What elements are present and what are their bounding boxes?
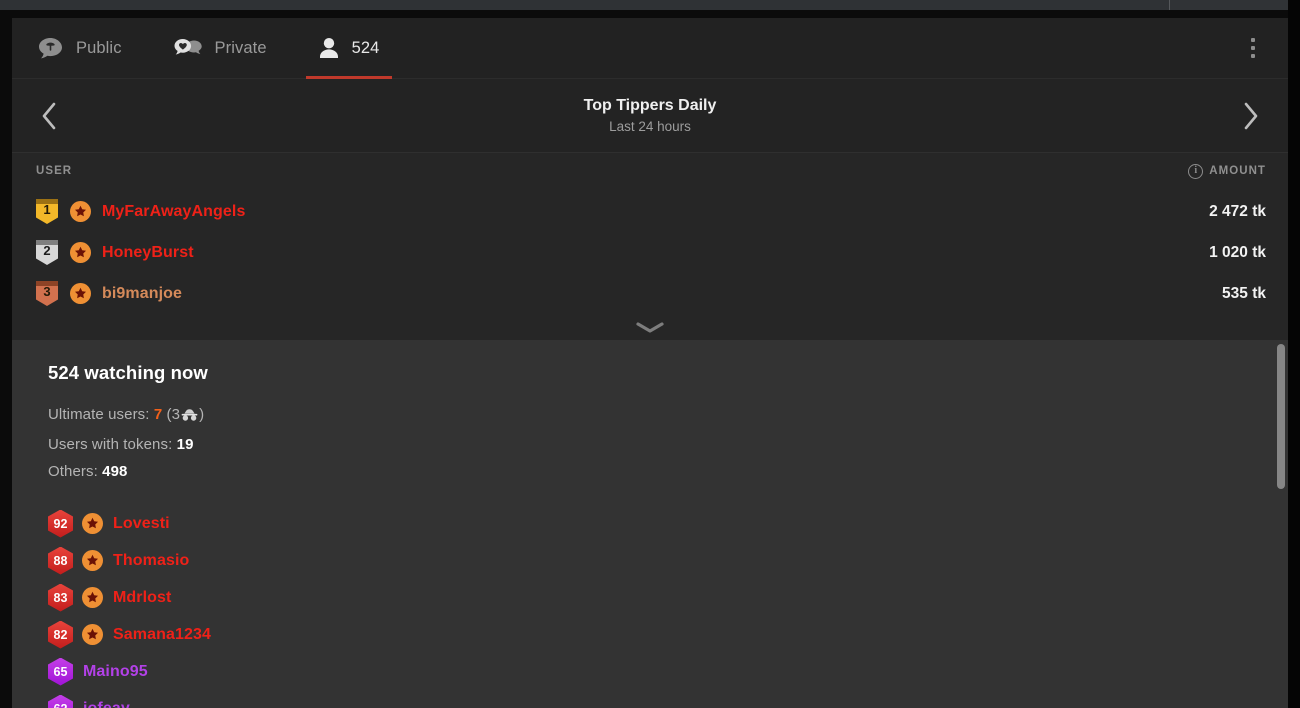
level-badge: 82 (48, 620, 73, 649)
list-item[interactable]: 82 Samana1234 (48, 616, 1264, 653)
menu-dot (1251, 46, 1255, 50)
star-badge-icon (82, 513, 103, 534)
viewer-username[interactable]: Samana1234 (113, 626, 211, 644)
tab-private-label: Private (214, 38, 267, 57)
stat-label: Ultimate users: (48, 406, 150, 423)
viewer-username[interactable]: Lovesti (113, 515, 170, 533)
tipper-amount: 535 tk (1222, 284, 1266, 302)
viewers-scrollbar-thumb[interactable] (1277, 344, 1285, 489)
star-badge-icon (70, 242, 91, 263)
stat-value: 19 (176, 436, 194, 453)
rank-medal-icon: 1 (36, 199, 58, 224)
tab-users[interactable]: 524 (293, 18, 406, 79)
rank-medal-icon: 2 (36, 240, 58, 265)
stat-extra-suffix: ) (199, 406, 205, 423)
tipper-amount: 1 020 tk (1209, 243, 1266, 261)
stat-users-with-tokens: Users with tokens: 19 (48, 431, 1264, 458)
top-strip-divider (1169, 0, 1170, 10)
tipper-amount: 2 472 tk (1209, 202, 1266, 220)
page-right-gutter (1288, 0, 1300, 708)
more-vertical-icon[interactable] (1240, 33, 1266, 63)
table-row[interactable]: 3 bi9manjoe 535 tk (12, 273, 1288, 314)
menu-dot (1251, 54, 1255, 58)
heart-bubble-icon (174, 37, 202, 60)
star-badge-icon (82, 587, 103, 608)
list-item[interactable]: 88 Thomasio (48, 542, 1264, 579)
watching-now-heading: 524 watching now (48, 362, 208, 383)
tipper-username[interactable]: bi9manjoe (102, 285, 182, 303)
person-icon (319, 37, 339, 59)
column-header-user: USER (36, 165, 73, 177)
chat-tabbar: Public Private 524 (12, 18, 1288, 79)
tab-users-count: 524 (351, 38, 380, 57)
leaderboard-subtitle: Last 24 hours (609, 118, 691, 134)
spy-icon (181, 404, 198, 431)
stat-ultimate-users: Ultimate users: 7 (3) (48, 401, 1264, 431)
stat-value: 7 (153, 406, 163, 423)
column-header-amount-group: i AMOUNT (1188, 163, 1266, 179)
viewer-username[interactable]: Mdrlost (113, 589, 171, 607)
column-header-amount: AMOUNT (1209, 165, 1266, 177)
viewers-scrollbar-track[interactable] (1274, 340, 1288, 708)
level-badge: 92 (48, 509, 73, 538)
viewer-list: 92 Lovesti 88 Thomasio 83 Mdrlost 82 Sam… (48, 505, 1264, 708)
tab-public[interactable]: Public (12, 18, 148, 79)
chat-panel-page: Public Private 524 Top Tippers Daily Las… (0, 0, 1300, 708)
stat-label: Users with tokens: (48, 436, 173, 453)
leaderboard-column-headers: USER i AMOUNT (12, 153, 1288, 189)
viewers-panel: 524 watching now Ultimate users: 7 (3) U… (12, 340, 1288, 708)
tipper-username[interactable]: HoneyBurst (102, 244, 194, 262)
table-row[interactable]: 2 HoneyBurst 1 020 tk (12, 232, 1288, 273)
menu-dot (1251, 38, 1255, 42)
speech-bubble-icon (38, 37, 63, 60)
rank-medal-icon: 3 (36, 281, 58, 306)
level-badge: 88 (48, 546, 73, 575)
star-badge-icon (70, 283, 91, 304)
list-item[interactable]: 92 Lovesti (48, 505, 1264, 542)
window-top-strip (0, 0, 1300, 10)
level-badge: 65 (48, 657, 73, 686)
top-tippers-list: 1 MyFarAwayAngels 2 472 tk 2 HoneyBurst … (12, 189, 1288, 314)
tab-public-label: Public (76, 38, 122, 57)
stat-label: Others: (48, 463, 98, 480)
list-item[interactable]: 83 Mdrlost (48, 579, 1264, 616)
collapse-leaderboard-button[interactable] (12, 314, 1288, 340)
page-title: Top Tippers Daily (583, 97, 717, 115)
stat-value: 498 (102, 463, 128, 480)
info-icon[interactable]: i (1188, 163, 1204, 179)
star-badge-icon (82, 624, 103, 645)
tipper-username[interactable]: MyFarAwayAngels (102, 203, 245, 221)
table-row[interactable]: 1 MyFarAwayAngels 2 472 tk (12, 191, 1288, 232)
list-item[interactable]: 65 Maino95 (48, 653, 1264, 690)
viewer-username[interactable]: jofeay (83, 700, 130, 708)
chevron-left-icon[interactable] (26, 93, 72, 139)
viewer-username[interactable]: Maino95 (83, 663, 148, 681)
star-badge-icon (70, 201, 91, 222)
stat-others: Others: 498 (48, 458, 1264, 485)
viewer-username[interactable]: Thomasio (113, 552, 189, 570)
leaderboard-header: Top Tippers Daily Last 24 hours (12, 79, 1288, 153)
level-badge: 62 (48, 694, 73, 708)
leaderboard-title-block: Top Tippers Daily Last 24 hours (584, 97, 717, 133)
level-badge: 83 (48, 583, 73, 612)
viewer-stats: Ultimate users: 7 (3) Users with tokens:… (48, 401, 1264, 485)
chat-panel: Public Private 524 Top Tippers Daily Las… (12, 18, 1288, 708)
chevron-right-icon[interactable] (1228, 93, 1274, 139)
star-badge-icon (82, 550, 103, 571)
tab-private[interactable]: Private (148, 18, 293, 79)
stat-extra-prefix: (3 (166, 406, 181, 423)
list-item[interactable]: 62 jofeay (48, 690, 1264, 708)
viewers-content: 524 watching now Ultimate users: 7 (3) U… (12, 340, 1288, 708)
top-strip-right-segment (1170, 0, 1300, 10)
chevron-down-icon (636, 321, 664, 333)
